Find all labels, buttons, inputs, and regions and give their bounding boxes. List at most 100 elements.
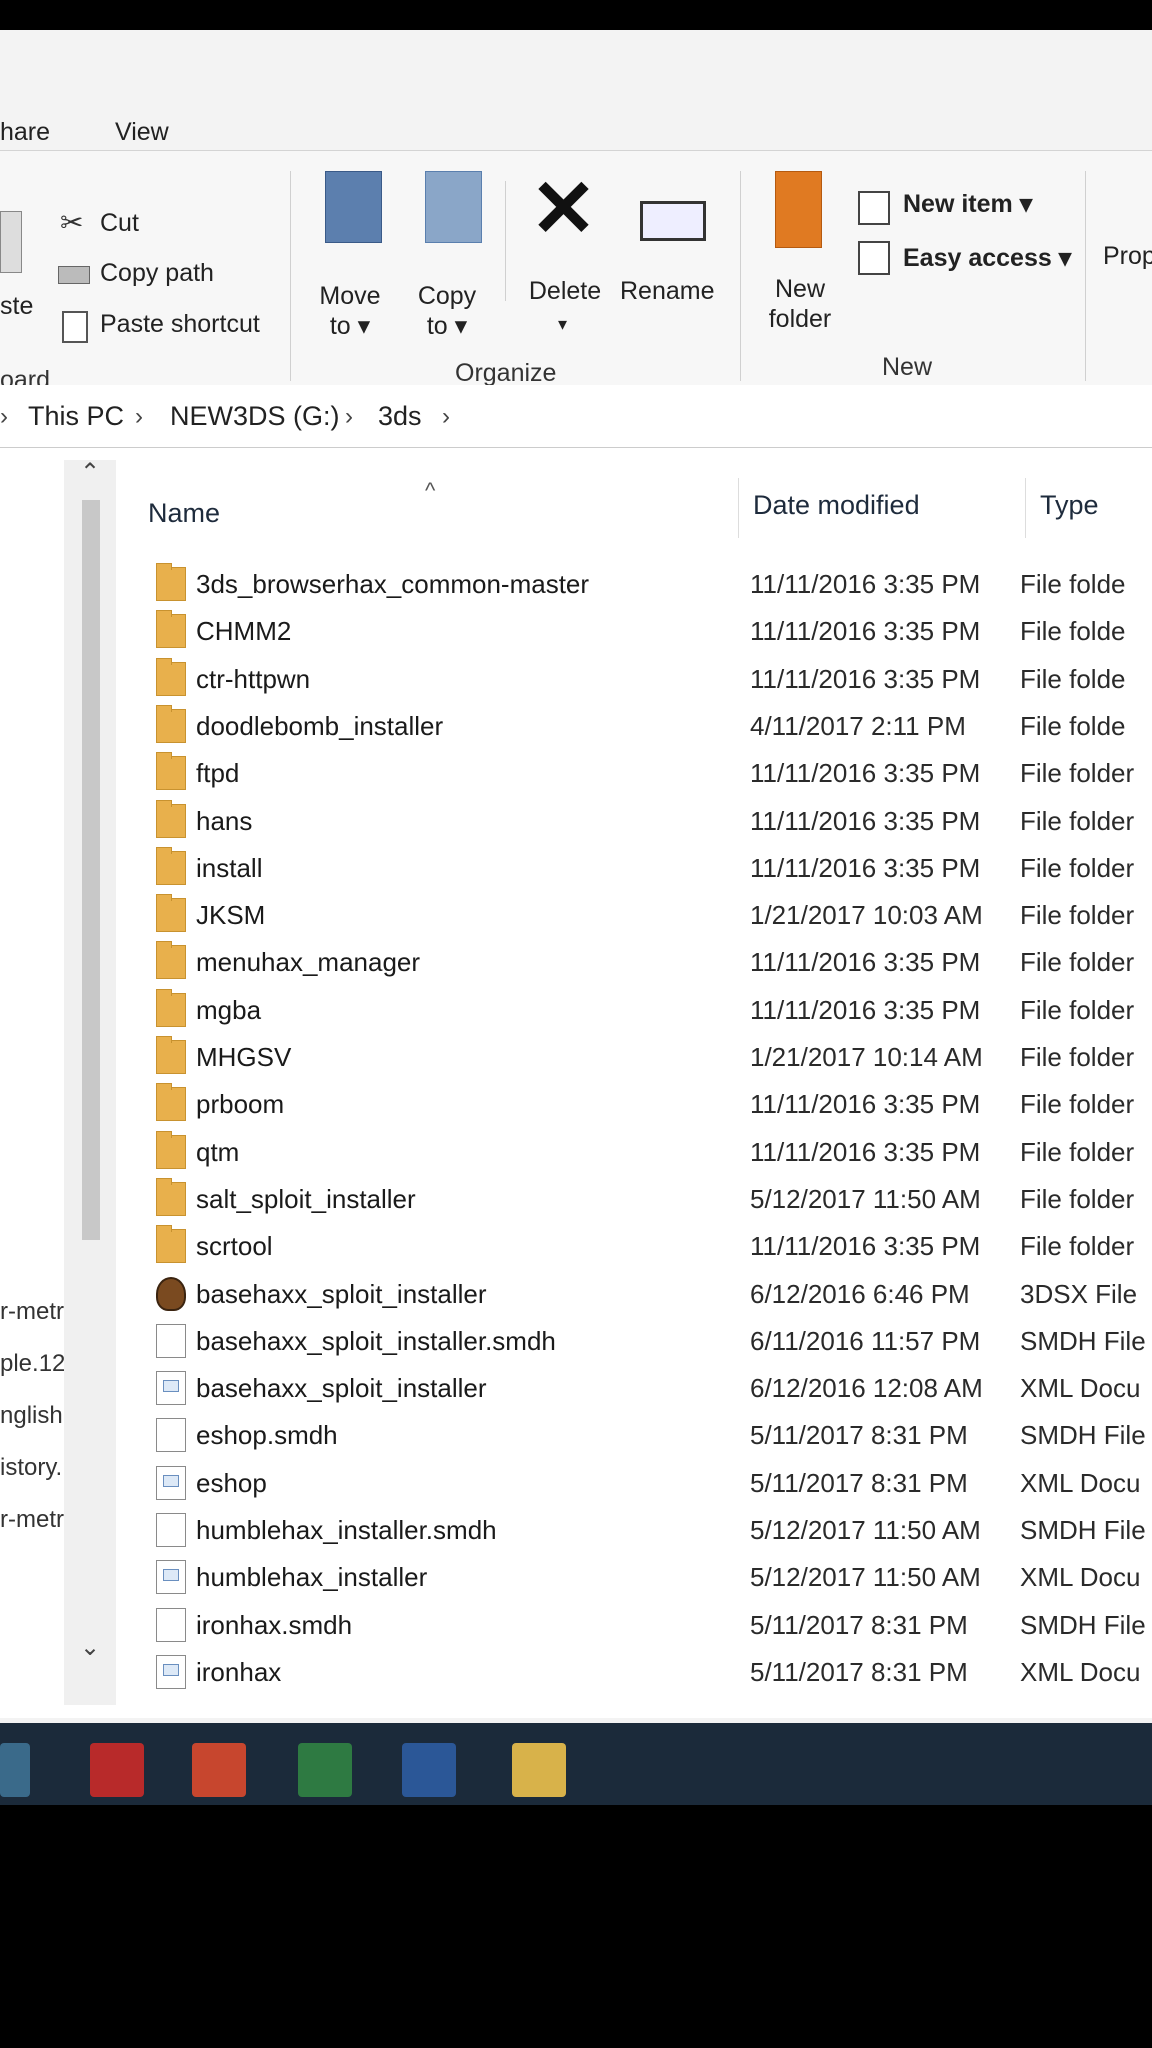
folder-row[interactable]: hans 11/11/2016 3:35 PM File folder <box>150 799 1150 844</box>
file-name: ironhax.smdh <box>196 1609 353 1640</box>
new-folder-button[interactable]: New folder <box>755 274 845 334</box>
file-name: install <box>196 852 263 883</box>
folder-row[interactable]: 3ds_browserhax_common-master 11/11/2016 3… <box>150 563 1150 607</box>
column-divider[interactable] <box>1025 478 1026 538</box>
folder-row[interactable]: ctr-httpwn 11/11/2016 3:35 PM File folde <box>150 657 1150 702</box>
file-name: humblehax_installer <box>196 1562 428 1593</box>
copy-path-button[interactable]: Copy path <box>100 258 214 288</box>
easy-access-button[interactable]: Easy access ▾ <box>903 243 1071 273</box>
file-date-modified: 5/12/2017 11:50 AM <box>750 1562 981 1593</box>
move-to-icon <box>325 171 382 243</box>
file-date-modified: 5/12/2017 11:50 AM <box>750 1183 981 1214</box>
file-name: MHGSV <box>196 1042 292 1072</box>
file-row[interactable]: humblehax_installer 5/12/2017 11:50 AM XML… <box>150 1556 1150 1600</box>
properties-button[interactable]: Prop <box>1103 241 1152 271</box>
folder-row[interactable]: menuhax_manager 11/11/2016 3:35 PM File fo… <box>150 941 1150 985</box>
file-date-modified: 1/21/2017 10:14 AM <box>750 1042 983 1072</box>
chevron-right-icon: › <box>345 403 353 430</box>
file-type: File folder <box>1020 947 1135 978</box>
paste-button[interactable]: ste <box>0 291 33 321</box>
file-name: scrtool <box>196 1231 273 1262</box>
new-folder-label-line2: folder <box>768 305 832 333</box>
folder-row[interactable]: scrtool 11/11/2016 3:35 PM File folder <box>150 1225 1150 1269</box>
scroll-up-arrow-icon[interactable]: ⌃ <box>80 458 100 487</box>
folder-icon <box>156 657 186 696</box>
folder-icon <box>156 799 186 838</box>
cut-button[interactable]: Cut <box>100 208 139 238</box>
folder-row[interactable]: prboom 11/11/2016 3:35 PM File folder <box>150 1083 1150 1127</box>
column-header-type[interactable]: Type <box>1040 490 1099 521</box>
file-icon <box>156 1418 186 1453</box>
paste-icon <box>0 211 22 273</box>
file-type: File folder <box>1020 758 1135 789</box>
address-bar[interactable]: › This PC › NEW3DS (G:) › 3ds › <box>0 385 1152 448</box>
delete-button[interactable]: Delete <box>520 276 610 306</box>
paste-shortcut-button[interactable]: Paste shortcut <box>100 309 260 339</box>
file-row[interactable]: eshop.smdh 5/11/2017 8:31 PM SMDH File <box>150 1414 1150 1458</box>
ribbon-separator <box>740 171 741 381</box>
folder-row[interactable]: JKSM 1/21/2017 10:03 AM File folder <box>150 894 1150 938</box>
delete-dropdown-arrow[interactable]: ▾ <box>558 309 567 339</box>
new-item-icon <box>858 191 890 225</box>
folder-row[interactable]: ftpd 11/11/2016 3:35 PM File folder <box>150 752 1150 796</box>
file-name: eshop.smdh <box>196 1420 338 1451</box>
scroll-down-arrow-icon[interactable]: ⌄ <box>80 1633 100 1662</box>
word-app-icon[interactable] <box>402 1743 456 1797</box>
folder-row[interactable]: CHMM2 11/11/2016 3:35 PM File folde <box>150 610 1150 654</box>
folder-row[interactable]: mgba 11/11/2016 3:35 PM File folder <box>150 988 1150 1033</box>
file-name: basehaxx_sploit_installer <box>196 1373 487 1404</box>
file-date-modified: 11/11/2016 3:35 PM <box>750 852 981 883</box>
file-type: File folder <box>1020 1089 1135 1120</box>
copy-to-button[interactable]: Copy to ▾ <box>407 281 487 341</box>
file-name: humblehax_installer.smdh <box>196 1515 497 1545</box>
folder-icon <box>156 1083 186 1122</box>
breadcrumb-this-pc[interactable]: This PC <box>28 401 124 432</box>
folder-row[interactable]: qtm 11/11/2016 3:35 PM File folder <box>150 1130 1150 1175</box>
file-date-modified: 5/11/2017 8:31 PM <box>750 1609 968 1640</box>
file-name: salt_sploit_installer <box>196 1183 416 1214</box>
breadcrumb-3ds[interactable]: 3ds <box>378 401 422 432</box>
pdf-app-icon[interactable] <box>192 1743 246 1797</box>
file-row[interactable]: ironhax.smdh 5/11/2017 8:31 PM SMDH File <box>150 1604 1150 1648</box>
ribbon: ste ✂ Cut Copy path Paste shortcut oard … <box>0 150 1152 397</box>
column-divider[interactable] <box>738 478 739 538</box>
file-name: ironhax <box>196 1656 282 1687</box>
file-date-modified: 11/11/2016 3:35 PM <box>750 569 981 599</box>
folder-row[interactable]: MHGSV 1/21/2017 10:14 AM File folder <box>150 1036 1150 1080</box>
breadcrumb-drive[interactable]: NEW3DS (G:) <box>170 401 340 432</box>
file-type: SMDH File <box>1020 1515 1146 1545</box>
column-header-name[interactable]: Name <box>148 498 220 529</box>
folder-icon <box>156 752 186 791</box>
excel-app-icon[interactable] <box>298 1743 352 1797</box>
start-app-icon[interactable] <box>0 1743 30 1797</box>
move-to-button[interactable]: Move to ▾ <box>310 281 390 341</box>
file-row[interactable]: eshop 5/11/2017 8:31 PM XML Docu <box>150 1462 1150 1506</box>
copy-to-label-line2: to ▾ <box>426 312 468 340</box>
nav-pane-scrollbar[interactable] <box>64 460 116 1705</box>
file-name: 3ds_browserhax_common-master <box>196 569 590 599</box>
file-row[interactable]: basehaxx_sploit_installer 6/12/2016 12:08… <box>150 1367 1150 1411</box>
file-row[interactable]: humblehax_installer.smdh 5/12/2017 11:50 … <box>150 1509 1150 1553</box>
column-header-date-modified[interactable]: Date modified <box>753 490 920 521</box>
new-item-button[interactable]: New item ▾ <box>903 189 1032 219</box>
folder-icon <box>156 563 186 601</box>
chevron-right-icon: › <box>0 403 8 430</box>
tab-share[interactable]: hare <box>0 118 50 147</box>
file-icon <box>156 1513 186 1547</box>
file-date-modified: 11/11/2016 3:35 PM <box>750 663 981 694</box>
folder-row[interactable]: doodlebomb_installer 4/11/2017 2:11 PM Fil… <box>150 704 1150 749</box>
folder-icon <box>156 1130 186 1169</box>
file-row[interactable]: ironhax 5/11/2017 8:31 PM XML Docu <box>150 1651 1150 1695</box>
power-app-icon[interactable] <box>90 1743 144 1797</box>
file-row[interactable]: basehaxx_sploit_installer.smdh 6/11/2016 … <box>150 1320 1150 1364</box>
explorer-app-icon[interactable] <box>512 1743 566 1797</box>
folder-row[interactable]: salt_sploit_installer 5/12/2017 11:50 AM F… <box>150 1177 1150 1222</box>
file-row[interactable]: basehaxx_sploit_installer 6/12/2016 6:46 … <box>150 1273 1150 1317</box>
tab-view[interactable]: View <box>115 118 169 147</box>
nav-pane-scroll-thumb[interactable] <box>82 500 100 1240</box>
file-name: basehaxx_sploit_installer <box>196 1278 487 1309</box>
file-date-modified: 5/12/2017 11:50 AM <box>750 1515 981 1545</box>
rename-button[interactable]: Rename <box>620 276 715 306</box>
folder-row[interactable]: install 11/11/2016 3:35 PM File folder <box>150 846 1150 891</box>
new-group-label: New <box>882 353 933 381</box>
